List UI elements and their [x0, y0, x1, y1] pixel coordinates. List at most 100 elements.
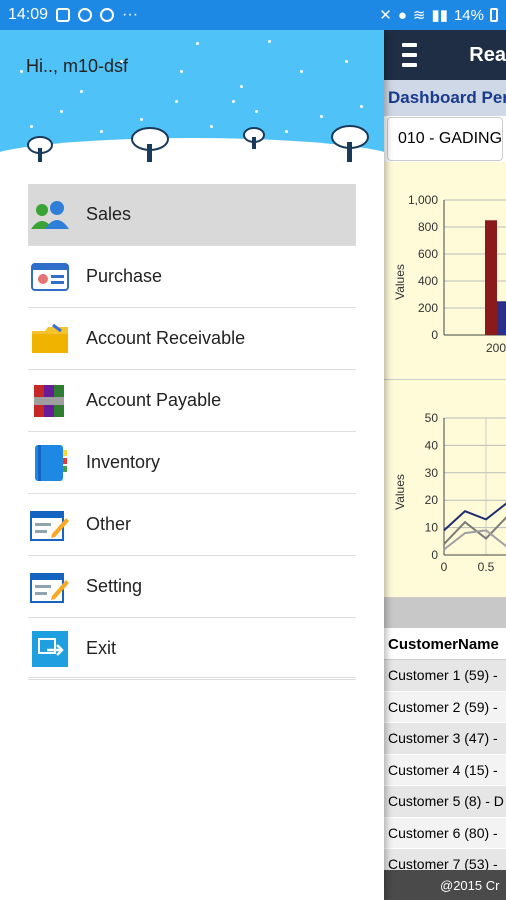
edit-form-icon	[30, 505, 70, 545]
y-tick-label: 20	[425, 493, 439, 507]
bar	[497, 301, 506, 335]
snowflake	[300, 70, 303, 73]
menu-item-exit[interactable]: Exit	[28, 618, 356, 680]
branch-select[interactable]: 010 - GADING	[387, 117, 503, 161]
y-tick-label: 400	[418, 274, 438, 288]
menu-item-other[interactable]: Other	[28, 494, 356, 556]
customer-name-header: CustomerName	[384, 628, 506, 660]
users-icon	[30, 195, 70, 235]
drawer-header: Hi.., m10-dsf	[0, 30, 384, 162]
snow-hill-decoration	[0, 138, 384, 162]
menu-item-inventory[interactable]: Inventory	[28, 432, 356, 494]
menu-label: Purchase	[86, 266, 163, 286]
menu-label: Other	[86, 514, 132, 534]
menu-label: Account Payable	[86, 390, 222, 410]
snowflake	[285, 130, 288, 133]
bar	[485, 220, 497, 335]
snowflake	[180, 70, 183, 73]
menu-item-account-receivable[interactable]: Account Receivable	[28, 308, 356, 370]
y-tick-label: 1,000	[408, 193, 438, 207]
menu-item-account-payable[interactable]: Account Payable	[28, 370, 356, 432]
x-tick-label: 0	[441, 560, 448, 574]
y-tick-label: 30	[425, 466, 439, 480]
notebook-icon	[30, 443, 70, 483]
image-notification-icon	[56, 8, 71, 22]
more-notifications-icon: ···	[122, 6, 139, 23]
snowflake	[360, 105, 363, 108]
dashboard-app: Rea Dashboard Per 010 - GADING 1,000 800 6…	[384, 30, 506, 900]
snowflake	[175, 100, 178, 103]
menu-item-purchase[interactable]: Purchase	[28, 246, 356, 308]
y-axis-label: Values	[393, 474, 407, 510]
snowflake	[232, 100, 235, 103]
x-tick-label: 200	[486, 341, 506, 355]
y-axis-label: Values	[393, 264, 407, 300]
y-tick-label: 40	[425, 438, 439, 452]
y-tick-label: 800	[418, 220, 438, 234]
line-chart: 50 40 30 20 10 00 0.5 Values	[393, 411, 506, 574]
table-row[interactable]: Customer 1 (59) -	[384, 660, 506, 692]
snowflake	[210, 125, 213, 128]
snowflake	[20, 70, 23, 73]
x-tick-label: 0.5	[478, 560, 495, 574]
app-notification-icon	[78, 8, 93, 22]
snowflake	[255, 110, 258, 113]
app-title: Rea	[469, 43, 506, 66]
snow-tree-icon	[131, 127, 169, 162]
app-toolbar: Rea	[384, 30, 506, 80]
table-row[interactable]: Customer 5 (8) - D	[384, 786, 506, 818]
snowflake	[196, 42, 199, 45]
drawer-menu: Sales Purchase Account Receivable Accoun…	[28, 184, 356, 680]
mute-icon: ✕	[379, 7, 392, 24]
snowflake	[268, 40, 271, 43]
app-footer: @2015 Cr	[384, 870, 506, 900]
y-tick-label: 10	[425, 521, 439, 535]
status-time: 14:09	[8, 6, 49, 23]
snowflake	[320, 115, 323, 118]
snowflake	[120, 60, 123, 63]
whatsapp-icon	[100, 8, 115, 22]
bar-chart-panel: 1,000 800 600 400 200 0 200 Values	[384, 162, 506, 380]
snowflake	[140, 118, 143, 121]
wifi-icon: ≋	[412, 7, 426, 24]
bar-chart: 1,000 800 600 400 200 0 200 Values	[393, 193, 506, 355]
battery-icon	[490, 8, 498, 22]
table-row[interactable]: Customer 3 (47) -	[384, 723, 506, 755]
snow-tree-icon	[331, 125, 369, 162]
line-chart-panel: 50 40 30 20 10 0 0 0.5 Values	[384, 380, 506, 598]
menu-label: Inventory	[86, 452, 161, 472]
customer-list: Customer 1 (59) - Customer 2 (59) - Custom…	[384, 660, 506, 881]
y-tick-label: 600	[418, 247, 438, 261]
folder-icon	[30, 319, 70, 359]
table-toolbar	[384, 598, 506, 628]
navigation-drawer: Hi.., m10-dsf Sales Purchase Account Rec…	[0, 30, 384, 900]
status-bar: 14:09 ··· ✕ ● ≋ ▮▮ 14%	[0, 0, 506, 30]
y-tick-label: 0	[431, 328, 438, 342]
archive-icon	[30, 381, 70, 421]
table-row[interactable]: Customer 6 (80) -	[384, 817, 506, 849]
location-icon: ●	[397, 6, 407, 24]
menu-label: Account Receivable	[86, 328, 246, 348]
menu-label: Exit	[86, 638, 117, 658]
snowflake	[60, 110, 63, 113]
snow-tree-icon	[243, 127, 265, 149]
menu-divider	[28, 677, 356, 678]
signal-icon: ▮▮	[431, 7, 448, 24]
id-card-icon	[30, 257, 70, 297]
y-tick-label: 50	[425, 411, 439, 425]
y-tick-label: 200	[418, 301, 438, 315]
snowflake	[80, 90, 83, 93]
table-row[interactable]: Customer 2 (59) -	[384, 691, 506, 723]
snowflake	[100, 130, 103, 133]
snow-tree-icon	[27, 136, 53, 162]
edit-form-icon	[30, 567, 70, 607]
user-greeting: Hi.., m10-dsf	[26, 56, 129, 76]
table-row[interactable]: Customer 4 (15) -	[384, 754, 506, 786]
menu-label: Sales	[86, 204, 132, 224]
snowflake	[30, 125, 33, 128]
snowflake	[240, 85, 243, 88]
menu-item-sales[interactable]: Sales	[28, 184, 356, 246]
battery-level: 14%	[453, 6, 484, 24]
menu-item-setting[interactable]: Setting	[28, 556, 356, 618]
hamburger-menu-icon[interactable]	[402, 43, 418, 67]
